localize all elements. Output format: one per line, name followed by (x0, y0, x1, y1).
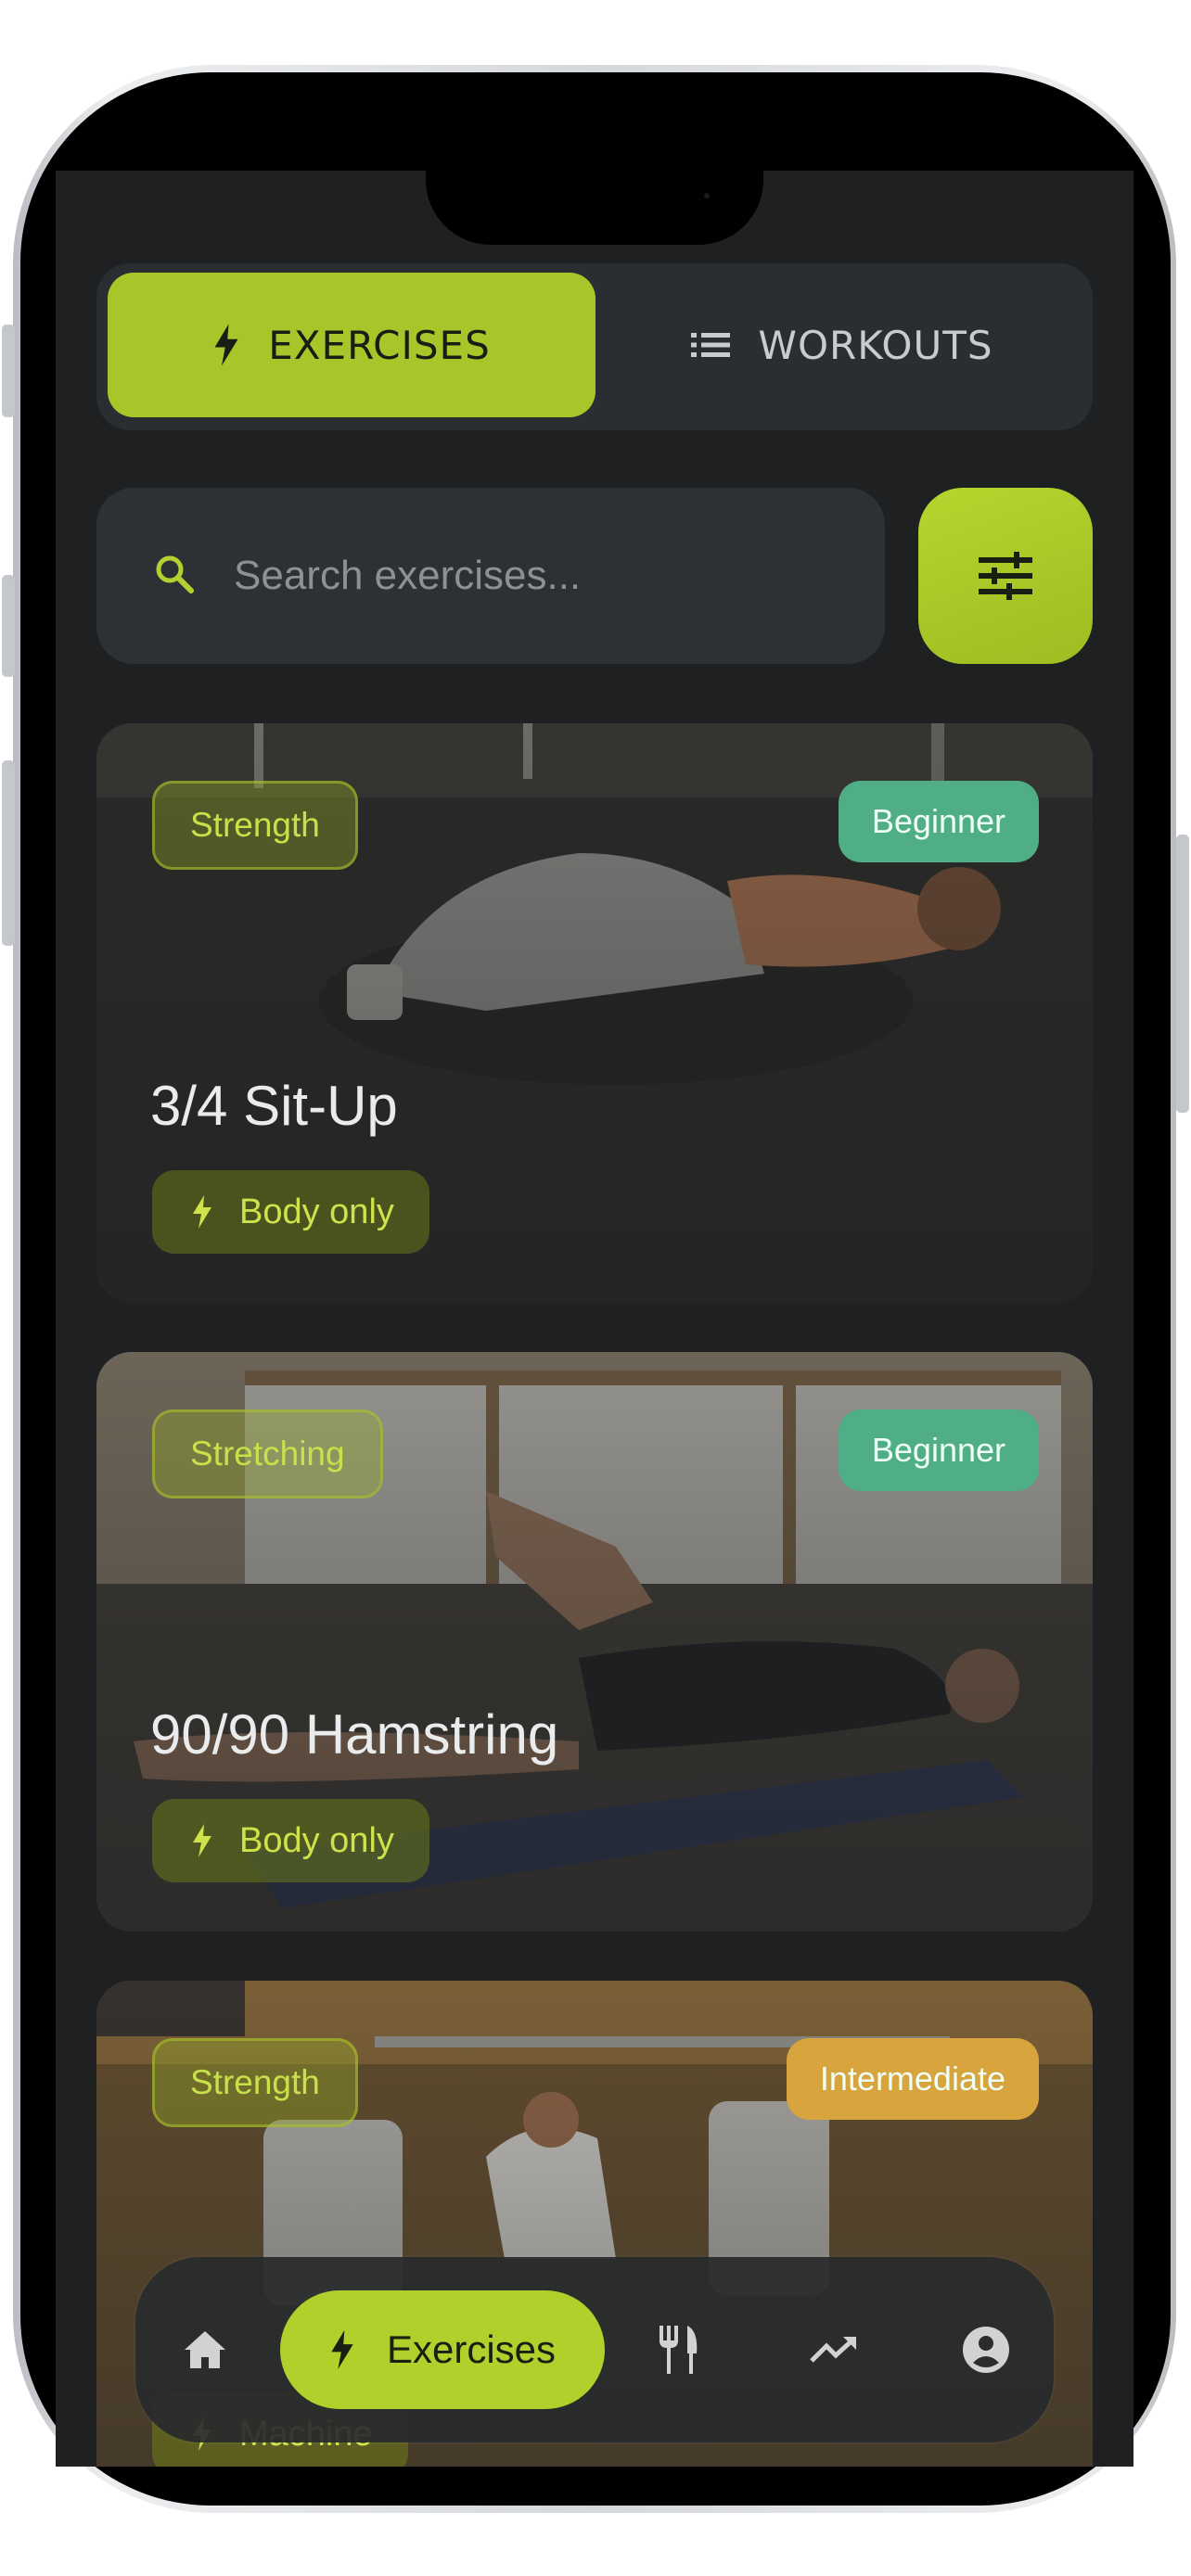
app-screen: EXERCISES WORKOUTS Search exercises... S… (56, 171, 1133, 2467)
level-badge: Beginner (838, 1409, 1039, 1491)
tab-segment: EXERCISES WORKOUTS (96, 263, 1093, 430)
trending-up-icon (810, 2337, 856, 2363)
power-button (1176, 835, 1189, 1113)
nav-home[interactable] (163, 2257, 247, 2442)
search-bar (96, 488, 885, 664)
nav-nutrition[interactable] (636, 2257, 720, 2442)
exercise-name: 90/90 Hamstring (150, 1703, 559, 1766)
bolt-icon (193, 1824, 211, 1857)
equipment-label: Body only (239, 1192, 394, 1231)
equipment-badge: Body only (152, 1170, 429, 1254)
nav-exercises[interactable]: Exercises (280, 2290, 605, 2409)
dynamic-island (426, 171, 763, 245)
nav-progress[interactable] (792, 2257, 876, 2442)
search-icon (154, 554, 195, 598)
level-badge: Intermediate (786, 2038, 1039, 2120)
bottom-nav: Exercises (135, 2257, 1054, 2442)
exercise-card[interactable]: Stretching Beginner 90/90 Hamstring Body… (96, 1352, 1093, 1932)
mute-switch (2, 325, 15, 417)
tab-exercises[interactable]: EXERCISES (108, 273, 596, 417)
tune-icon (979, 552, 1032, 600)
tab-workouts-label: WORKOUTS (758, 322, 993, 368)
exercise-name: 3/4 Sit-Up (150, 1075, 398, 1137)
volume-up-button (2, 575, 15, 677)
volume-down-button (2, 760, 15, 946)
category-badge: Strength (152, 2038, 358, 2127)
home-icon (185, 2331, 225, 2368)
level-badge: Beginner (838, 781, 1039, 862)
equipment-badge: Body only (152, 1799, 429, 1882)
exercise-card[interactable]: Strength Beginner 3/4 Sit-Up Body only (96, 723, 1093, 1303)
tab-workouts[interactable]: WORKOUTS (605, 273, 1080, 417)
bolt-icon (193, 1195, 211, 1229)
search-input[interactable] (232, 538, 811, 614)
tab-exercises-label: EXERCISES (268, 322, 491, 368)
category-badge: Stretching (152, 1409, 383, 1498)
filter-button[interactable] (918, 488, 1093, 664)
utensils-icon (660, 2326, 698, 2374)
category-badge: Strength (152, 781, 358, 870)
bolt-icon (331, 2330, 353, 2369)
bolt-icon (214, 324, 238, 366)
nav-profile[interactable] (944, 2257, 1028, 2442)
nav-exercises-label: Exercises (386, 2327, 557, 2371)
account-icon (963, 2327, 1009, 2373)
equipment-label: Body only (239, 1820, 394, 1860)
list-icon (691, 333, 731, 357)
